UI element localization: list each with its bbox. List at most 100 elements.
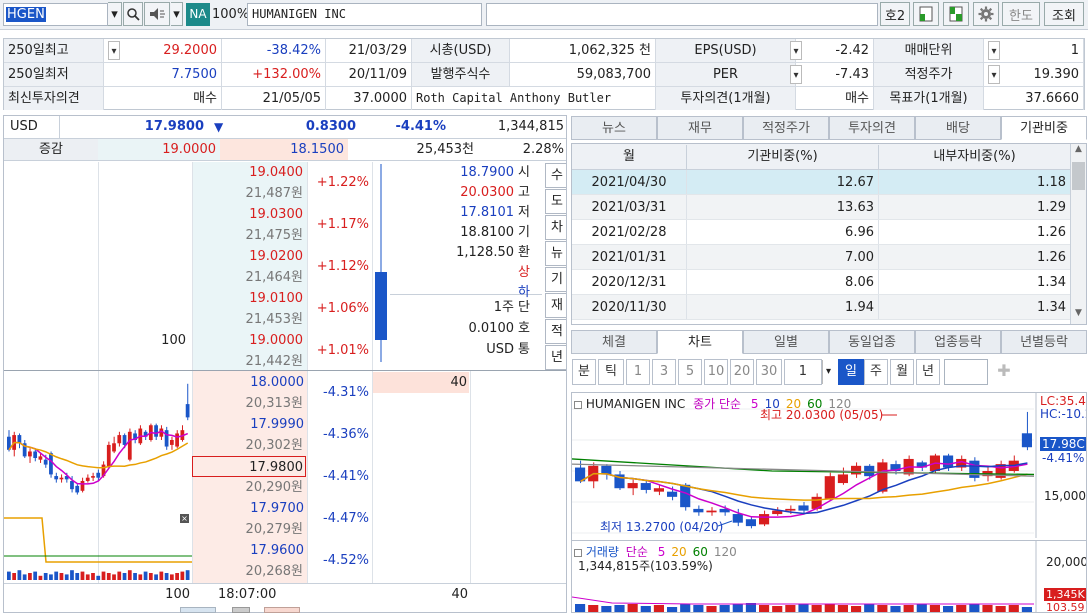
side-button[interactable]: 적 (545, 319, 566, 344)
bid-won: 20,302원 (245, 438, 303, 453)
vol-checkbox-icon[interactable] (574, 548, 582, 557)
info-row: 최신투자의견 매수 21/05/05 37.0000 Roth Capital Anth… (4, 87, 1084, 111)
side-button[interactable]: 재 (545, 293, 566, 318)
side-button[interactable]: 년 (545, 345, 566, 370)
side-button[interactable]: 도 (545, 189, 566, 214)
mini-candle-body (70, 480, 74, 490)
volume-bar (982, 605, 993, 612)
table-row[interactable]: 2020/12/31 8.06 1.34 (572, 270, 1070, 295)
period-button[interactable]: 월 (890, 359, 914, 385)
mini-volume-bar (101, 571, 106, 580)
period-button[interactable]: 1 (626, 359, 650, 385)
mini-volume-bar (70, 570, 74, 580)
table-row[interactable]: 2021/04/30 12.67 1.18 (572, 170, 1070, 195)
mini-vol-ma-line (4, 517, 192, 563)
tab-bottom-0[interactable]: 체결 (571, 330, 657, 354)
period-button[interactable]: 일 (838, 359, 864, 385)
gear-icon[interactable] (973, 2, 999, 26)
chevron-down-icon[interactable]: ▾ (790, 41, 802, 60)
code-input[interactable]: HGEN (3, 3, 108, 26)
volume-bar (929, 605, 940, 612)
hc-label: HC:-10.2 (1040, 407, 1086, 421)
info-value: +132.00% (222, 63, 326, 86)
mini-candle-body (185, 404, 190, 418)
side-button[interactable]: 차 (545, 215, 566, 240)
table-row[interactable]: 2020/11/30 1.94 1.34 (572, 295, 1070, 320)
footer-control-1[interactable] (180, 607, 216, 613)
period-button[interactable]: 5 (678, 359, 702, 385)
candle-body (837, 474, 848, 484)
sub-low: 18.1500 (220, 139, 348, 160)
side-button[interactable]: 뉴 (545, 241, 566, 266)
tab-institutional[interactable]: 기관비중 (1001, 116, 1087, 140)
period-button[interactable]: 분 (572, 359, 596, 385)
query-button[interactable]: 조회 (1044, 2, 1084, 26)
chevron-down-icon[interactable]: ▾ (108, 41, 120, 60)
bid-price[interactable]: 17.9600 (192, 540, 306, 561)
tab-top-1[interactable]: 재무 (657, 116, 743, 140)
high-annotation: 최고 20.0300 (05/05) (760, 408, 884, 422)
speaker-dropdown-button[interactable]: ▾ (171, 2, 183, 26)
period-button[interactable]: 20 (730, 359, 754, 385)
window-icon[interactable] (913, 2, 939, 26)
table-row[interactable]: 2021/02/28 6.96 1.26 (572, 220, 1070, 245)
bid-price[interactable]: 17.9800 (192, 456, 306, 477)
tab-bottom-3[interactable]: 동일업종 (829, 330, 915, 354)
chevron-down-icon[interactable]: ▾ (988, 41, 1000, 60)
tab-bottom-2[interactable]: 일별 (743, 330, 829, 354)
mini-volume-bar (96, 575, 101, 580)
bid-price[interactable]: 17.9990 (192, 414, 306, 435)
legend-checkbox-icon[interactable] (574, 400, 582, 409)
period-button[interactable]: 년 (916, 359, 940, 385)
scroll-up-icon[interactable]: ▲ (1071, 144, 1086, 160)
price-change: 0.8300 (305, 119, 356, 134)
period-button[interactable]: 1 (784, 359, 822, 385)
tab-top-4[interactable]: 배당 (915, 116, 1001, 140)
period-button[interactable]: 틱 (598, 359, 624, 385)
period-button[interactable]: 10 (704, 359, 728, 385)
table-row[interactable]: 2021/01/31 7.00 1.26 (572, 245, 1070, 270)
chevron-down-icon[interactable]: ▾ (988, 65, 1000, 84)
mini-chart-close-icon[interactable]: × (180, 514, 189, 523)
period-button[interactable]: 주 (864, 359, 888, 385)
footer-control-2[interactable] (232, 607, 250, 613)
bid-price[interactable]: 17.9700 (192, 498, 306, 519)
chevron-down-icon[interactable]: ▾ (790, 65, 802, 84)
mini-volume-bar (175, 573, 179, 580)
period-button[interactable]: 3 (652, 359, 676, 385)
mini-volume-bar (106, 573, 111, 580)
tab-bottom-5[interactable]: 년별등락 (1001, 330, 1087, 354)
tab-top-2[interactable]: 적정주가 (743, 116, 829, 140)
bid-price[interactable]: 18.0000 (192, 372, 306, 393)
zoom-label[interactable]: 100% (212, 3, 249, 26)
side-button[interactable]: 수 (545, 163, 566, 188)
volume-bar (995, 606, 1006, 612)
speaker-icon[interactable] (144, 2, 170, 26)
mini-volume-bar (33, 571, 38, 580)
ho2-button[interactable]: 호2 (880, 2, 910, 26)
window-split-icon[interactable] (943, 2, 969, 26)
info-row: 250일최고 29.2000 -38.42% 21/03/29 시총(USD) 1,062… (4, 39, 1084, 63)
mini-volume-bar (59, 573, 64, 580)
scroll-down-icon[interactable]: ▼ (1071, 308, 1086, 324)
row-insider-pct: 1.29 (878, 195, 1070, 219)
mini-candle-body (106, 444, 111, 467)
period-input[interactable] (944, 359, 988, 385)
footer-control-3[interactable] (264, 607, 300, 613)
mini-price-chart (7, 383, 190, 495)
search-icon[interactable] (123, 2, 143, 26)
code-dropdown-button[interactable]: ▾ (108, 2, 122, 26)
row-insider-pct: 1.34 (878, 295, 1070, 319)
tab-top-0[interactable]: 뉴스 (571, 116, 657, 140)
period-dropdown-icon[interactable]: ▾ (822, 360, 834, 384)
side-button[interactable]: 기 (545, 267, 566, 292)
scroll-thumb[interactable] (1072, 162, 1085, 190)
limit-button[interactable]: 한도 (1002, 2, 1040, 26)
tab-bottom-1[interactable]: 차트 (657, 330, 743, 354)
tab-top-3[interactable]: 투자의견 (829, 116, 915, 140)
period-button[interactable]: 30 (756, 359, 782, 385)
inst-scrollbar[interactable]: ▲ ▼ (1070, 144, 1086, 324)
table-row[interactable]: 2021/03/31 13.63 1.29 (572, 195, 1070, 220)
tab-bottom-4[interactable]: 업종등락 (915, 330, 1001, 354)
crosshair-icon[interactable]: ✚ (990, 359, 1018, 385)
